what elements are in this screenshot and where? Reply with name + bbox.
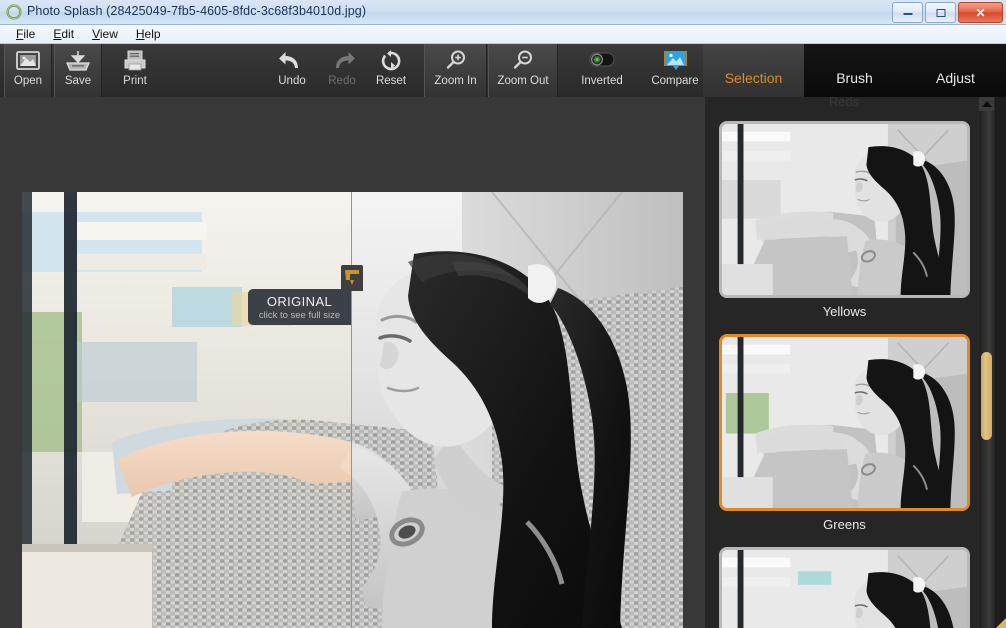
compare-image-icon	[664, 51, 687, 70]
original-badge-title: ORIGINAL	[266, 293, 333, 309]
zoom-out-button[interactable]: Zoom Out	[488, 44, 558, 97]
menu-label: elp	[144, 27, 161, 41]
presets-scrollbar[interactable]	[979, 97, 994, 628]
tab-adjust[interactable]: Adjust	[905, 44, 1006, 97]
save-button[interactable]: Save	[54, 44, 102, 97]
save-button-label: Save	[64, 75, 92, 87]
minimize-icon	[903, 13, 912, 16]
preset-partial-label-top: Reds	[828, 97, 860, 109]
preset-label-yellows: Yellows	[822, 304, 867, 319]
mode-tabs: Selection Brush Adjust	[703, 44, 1006, 97]
scroll-up-arrow-icon[interactable]	[979, 97, 994, 111]
printer-icon	[124, 50, 146, 71]
photo-original-color	[22, 192, 351, 628]
minimize-button[interactable]	[892, 2, 923, 23]
split-drag-handle[interactable]	[341, 265, 363, 291]
menu-label: iew	[99, 27, 118, 41]
magnifier-plus-icon	[446, 50, 465, 69]
preset-thumbnail-yellows[interactable]	[719, 121, 970, 298]
preset-item-yellows[interactable]: Yellows	[719, 121, 970, 319]
resize-grip-icon[interactable]	[993, 615, 1006, 628]
save-download-icon	[66, 51, 90, 71]
window-title: Photo Splash (28425049-7fb5-4605-8fdc-3c…	[27, 4, 367, 18]
reset-refresh-icon	[381, 50, 401, 71]
inverted-toggle[interactable]: Inverted	[570, 44, 634, 97]
menu-label: ile	[23, 27, 36, 41]
preset-thumbnail-greens[interactable]	[719, 334, 970, 511]
image-canvas[interactable]: ORIGINAL click to see full size	[0, 97, 705, 628]
redo-button-label: Redo	[328, 75, 356, 87]
presets-list: Reds Yellows Greens	[705, 97, 983, 628]
photo-color-svg	[22, 192, 351, 628]
redo-arrow-icon	[336, 52, 355, 68]
scrollbar-thumb[interactable]	[981, 352, 992, 440]
original-badge-subtitle: click to see full size	[258, 309, 341, 321]
menu-bar: File Edit View Help	[0, 25, 1006, 44]
menu-label: dit	[61, 27, 75, 41]
zoom-out-button-label: Zoom Out	[497, 75, 549, 87]
undo-button-label: Undo	[278, 75, 306, 87]
preset-item-greens[interactable]: Greens	[719, 334, 970, 532]
undo-arrow-icon	[279, 52, 298, 68]
reset-button[interactable]: Reset	[367, 44, 415, 97]
compare-split-line[interactable]	[351, 192, 352, 628]
menu-mnemonic: V	[92, 27, 100, 41]
thumbnail-image	[722, 337, 967, 508]
thumbnail-image	[722, 550, 967, 628]
app-window: Photo Splash (28425049-7fb5-4605-8fdc-3c…	[0, 0, 1006, 628]
compare-button-label: Compare	[651, 75, 699, 87]
tab-selection[interactable]: Selection	[703, 44, 804, 97]
toggle-switch-icon	[589, 52, 615, 67]
preset-thumbnail-partial[interactable]	[719, 547, 970, 628]
menu-item-file[interactable]: File	[7, 25, 44, 43]
open-image-icon	[16, 51, 40, 70]
menu-mnemonic: H	[135, 27, 145, 41]
reset-button-label: Reset	[375, 75, 407, 87]
split-handle-icon	[345, 270, 359, 285]
inverted-toggle-label: Inverted	[581, 75, 623, 87]
close-button[interactable]: ✕	[958, 2, 1003, 23]
tab-brush[interactable]: Brush	[804, 44, 905, 97]
close-icon: ✕	[975, 5, 986, 20]
undo-button[interactable]: Undo	[268, 44, 316, 97]
open-button[interactable]: Open	[4, 44, 52, 97]
panel-right-edge	[995, 97, 1006, 628]
maximize-button[interactable]	[925, 2, 956, 23]
zoom-in-button[interactable]: Zoom In	[424, 44, 487, 97]
original-badge[interactable]: ORIGINAL click to see full size	[248, 289, 351, 325]
title-bar: Photo Splash (28425049-7fb5-4605-8fdc-3c…	[0, 0, 1006, 25]
preset-label-greens: Greens	[823, 517, 866, 532]
menu-item-help[interactable]: Help	[127, 25, 170, 43]
compare-button[interactable]: Compare	[641, 44, 709, 97]
zoom-in-button-label: Zoom In	[434, 75, 477, 87]
open-button-label: Open	[13, 75, 43, 87]
magnifier-minus-icon	[513, 50, 532, 69]
window-controls: ✕	[892, 2, 1003, 23]
menu-item-edit[interactable]: Edit	[44, 25, 83, 43]
presets-panel: Reds Yellows Greens	[705, 97, 1006, 628]
print-button[interactable]: Print	[111, 44, 159, 97]
menu-item-view[interactable]: View	[83, 25, 127, 43]
app-ring-icon	[6, 4, 22, 20]
preset-item-partial-bottom[interactable]	[719, 547, 970, 628]
thumbnail-image	[722, 124, 967, 295]
maximize-icon	[936, 8, 945, 17]
photo-preview[interactable]	[22, 192, 683, 628]
print-button-label: Print	[123, 75, 147, 87]
redo-button[interactable]: Redo	[318, 44, 366, 97]
